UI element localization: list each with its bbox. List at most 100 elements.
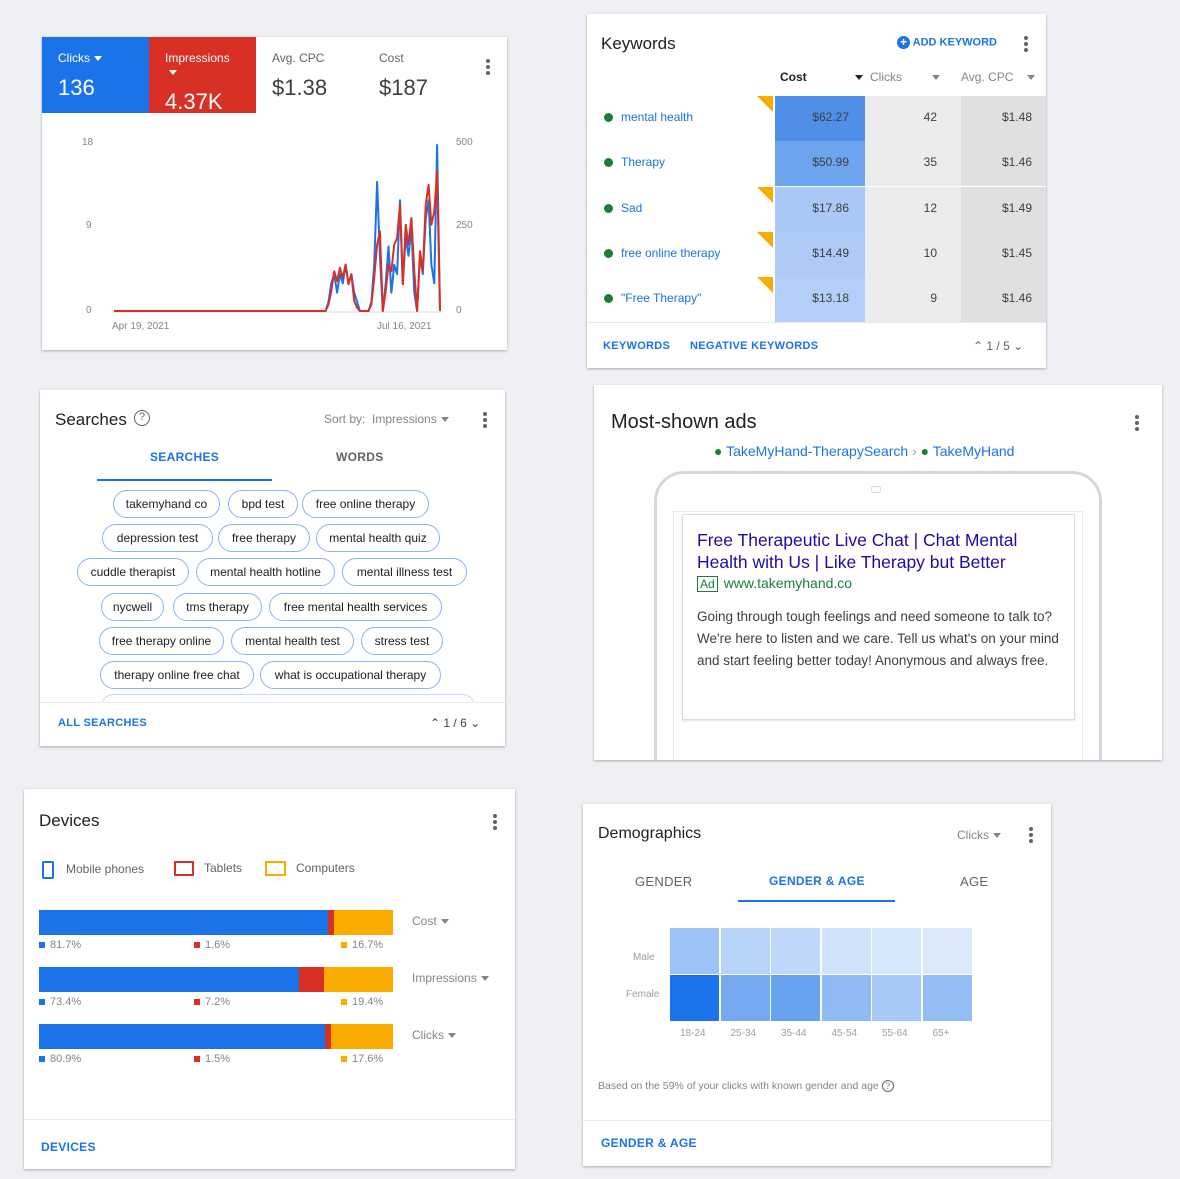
tab-words[interactable]: WORDS bbox=[336, 450, 384, 464]
search-term-chip[interactable]: free mental health services bbox=[269, 592, 442, 621]
help-icon[interactable]: ? bbox=[881, 1080, 894, 1092]
heatmap-cell[interactable] bbox=[771, 928, 820, 974]
heatmap-cell[interactable] bbox=[771, 975, 820, 1021]
search-term-chip[interactable]: what is occupational therapy bbox=[260, 661, 441, 689]
search-term-chip[interactable]: cuddle therapist bbox=[77, 558, 189, 587]
clicks-value: 136 bbox=[58, 75, 95, 100]
devices-link[interactable]: DEVICES bbox=[41, 1140, 96, 1154]
chevron-down-icon[interactable]: ⌄ bbox=[470, 716, 480, 730]
impressions-metric-tile[interactable]: Impressions 4.37K bbox=[149, 37, 256, 114]
search-term-chip[interactable]: depression test bbox=[102, 524, 213, 553]
search-term-chip[interactable]: therapy online free chat bbox=[100, 661, 254, 689]
heatmap-cell[interactable] bbox=[872, 975, 921, 1021]
keyword-link[interactable]: "Free Therapy" bbox=[621, 291, 701, 305]
more-options-icon[interactable] bbox=[1024, 36, 1028, 52]
cost-column-header[interactable]: Cost bbox=[780, 70, 863, 84]
heatmap-cell[interactable] bbox=[821, 975, 871, 1021]
table-row[interactable]: mental health $62.27 42 $1.48 bbox=[587, 96, 1046, 141]
device-bar-clicks[interactable] bbox=[39, 1024, 393, 1049]
keyword-link[interactable]: Sad bbox=[621, 201, 642, 215]
keyword-cpc: $1.48 bbox=[961, 96, 1046, 141]
more-options-icon[interactable] bbox=[493, 814, 497, 830]
search-term-chip[interactable]: free therapy online bbox=[99, 626, 224, 655]
search-term-chip[interactable]: mental health quiz bbox=[316, 524, 440, 553]
search-term-chip[interactable]: free therapy bbox=[218, 524, 310, 553]
heatmap-cell[interactable] bbox=[720, 975, 770, 1021]
gender-age-link[interactable]: GENDER & AGE bbox=[601, 1136, 697, 1150]
search-term-chip[interactable]: stress test bbox=[361, 626, 443, 655]
tab-searches[interactable]: SEARCHES bbox=[150, 450, 219, 464]
chevron-up-icon[interactable]: ⌃ bbox=[430, 716, 440, 730]
tab-gender[interactable]: GENDER bbox=[635, 874, 692, 889]
search-term-chip[interactable]: mental health test bbox=[231, 626, 354, 655]
search-term-chip[interactable]: takemyhand co bbox=[113, 490, 220, 518]
ad-headline[interactable]: Free Therapeutic Live Chat | Chat Mental… bbox=[697, 529, 1060, 573]
chevron-up-icon[interactable]: ⌃ bbox=[973, 339, 983, 353]
add-keyword-button[interactable]: + ADD KEYWORD bbox=[897, 36, 997, 49]
clicks-metric-tile[interactable]: Clicks 136 bbox=[42, 37, 149, 113]
legend-mobile: Mobile phones bbox=[42, 861, 144, 879]
device-bar-cost[interactable] bbox=[39, 910, 393, 935]
search-term-chip[interactable]: nycwell bbox=[101, 592, 164, 621]
heatmap-cell[interactable] bbox=[872, 928, 921, 974]
keywords-pager[interactable]: ⌃ 1 / 5 ⌄ bbox=[973, 339, 1023, 353]
device-bar-impressions[interactable] bbox=[39, 967, 393, 992]
search-term-chip[interactable]: bpd test bbox=[228, 490, 298, 518]
metric-selector[interactable]: Impressions bbox=[412, 971, 489, 985]
tab-gender-age[interactable]: GENDER & AGE bbox=[769, 874, 865, 888]
keyword-link[interactable]: mental health bbox=[621, 110, 693, 124]
divider bbox=[587, 322, 1046, 323]
avg-cpc-metric-tile[interactable]: Avg. CPC $1.38 bbox=[256, 37, 363, 113]
search-term-chip[interactable]: mental illness test bbox=[342, 558, 467, 587]
more-options-icon[interactable] bbox=[486, 59, 490, 75]
heatmap-cell[interactable] bbox=[670, 975, 719, 1021]
ad-group-link[interactable]: TakeMyHand bbox=[933, 443, 1015, 459]
sort-down-icon bbox=[932, 75, 940, 81]
heatmap-cell[interactable] bbox=[720, 928, 770, 974]
heatmap-cell[interactable] bbox=[922, 928, 972, 974]
cost-header-label: Cost bbox=[780, 70, 807, 84]
sort-control[interactable]: Sort by: Impressions bbox=[324, 412, 449, 426]
table-row[interactable]: "Free Therapy" $13.18 9 $1.46 bbox=[587, 277, 1046, 323]
tab-age[interactable]: AGE bbox=[960, 874, 988, 889]
keyword-link[interactable]: Therapy bbox=[621, 155, 665, 169]
more-options-icon[interactable] bbox=[483, 412, 487, 428]
y-left-tick: 0 bbox=[86, 305, 92, 316]
age-column-label: 35-44 bbox=[781, 1028, 807, 1039]
table-row[interactable]: Sad $17.86 12 $1.49 bbox=[587, 186, 1046, 232]
table-row[interactable]: free online therapy $14.49 10 $1.45 bbox=[587, 231, 1046, 277]
more-options-icon[interactable] bbox=[1135, 415, 1139, 431]
ad-preview: Free Therapeutic Live Chat | Chat Mental… bbox=[682, 514, 1075, 720]
search-term-chip[interactable]: mental health hotline bbox=[196, 558, 335, 587]
help-icon[interactable]: ? bbox=[134, 410, 150, 426]
search-term-chip[interactable]: tms therapy bbox=[173, 592, 262, 621]
negative-keywords-link[interactable]: NEGATIVE KEYWORDS bbox=[690, 340, 818, 352]
keyword-cost: $13.18 bbox=[775, 277, 865, 323]
metric-selector[interactable]: Clicks bbox=[412, 1028, 456, 1042]
devices-title: Devices bbox=[39, 811, 100, 830]
cpc-header-label: Avg. CPC bbox=[961, 70, 1014, 84]
heatmap-cell[interactable] bbox=[922, 975, 972, 1021]
chevron-down-icon bbox=[440, 417, 449, 423]
keyword-link[interactable]: free online therapy bbox=[621, 246, 720, 260]
searches-pager[interactable]: ⌃ 1 / 6 ⌄ bbox=[430, 716, 480, 730]
device-percentage: 73.4% bbox=[39, 996, 81, 1008]
device-percentage: 16.7% bbox=[341, 939, 383, 951]
metric-selector[interactable]: Clicks bbox=[957, 828, 1001, 842]
all-searches-link[interactable]: ALL SEARCHES bbox=[58, 717, 147, 729]
table-row[interactable]: Therapy $50.99 35 $1.46 bbox=[587, 141, 1046, 187]
search-term-chip[interactable]: free online therapy bbox=[302, 490, 429, 518]
campaign-link[interactable]: TakeMyHand-TherapySearch bbox=[726, 443, 908, 459]
chevron-down-icon[interactable]: ⌄ bbox=[1013, 339, 1023, 353]
chevron-down-icon bbox=[480, 976, 489, 982]
clicks-column-header[interactable]: Clicks bbox=[870, 70, 940, 84]
sort-label: Sort by: bbox=[324, 412, 366, 426]
more-options-icon[interactable] bbox=[1029, 827, 1033, 843]
metric-selector[interactable]: Cost bbox=[412, 914, 449, 928]
heatmap-cell[interactable] bbox=[821, 928, 871, 974]
heatmap-cell[interactable] bbox=[670, 928, 719, 974]
cost-metric-tile[interactable]: Cost $187 bbox=[363, 37, 470, 113]
keywords-link[interactable]: KEYWORDS bbox=[603, 340, 670, 352]
cpc-column-header[interactable]: Avg. CPC bbox=[961, 70, 1036, 84]
recommendation-flag-icon bbox=[757, 277, 773, 294]
